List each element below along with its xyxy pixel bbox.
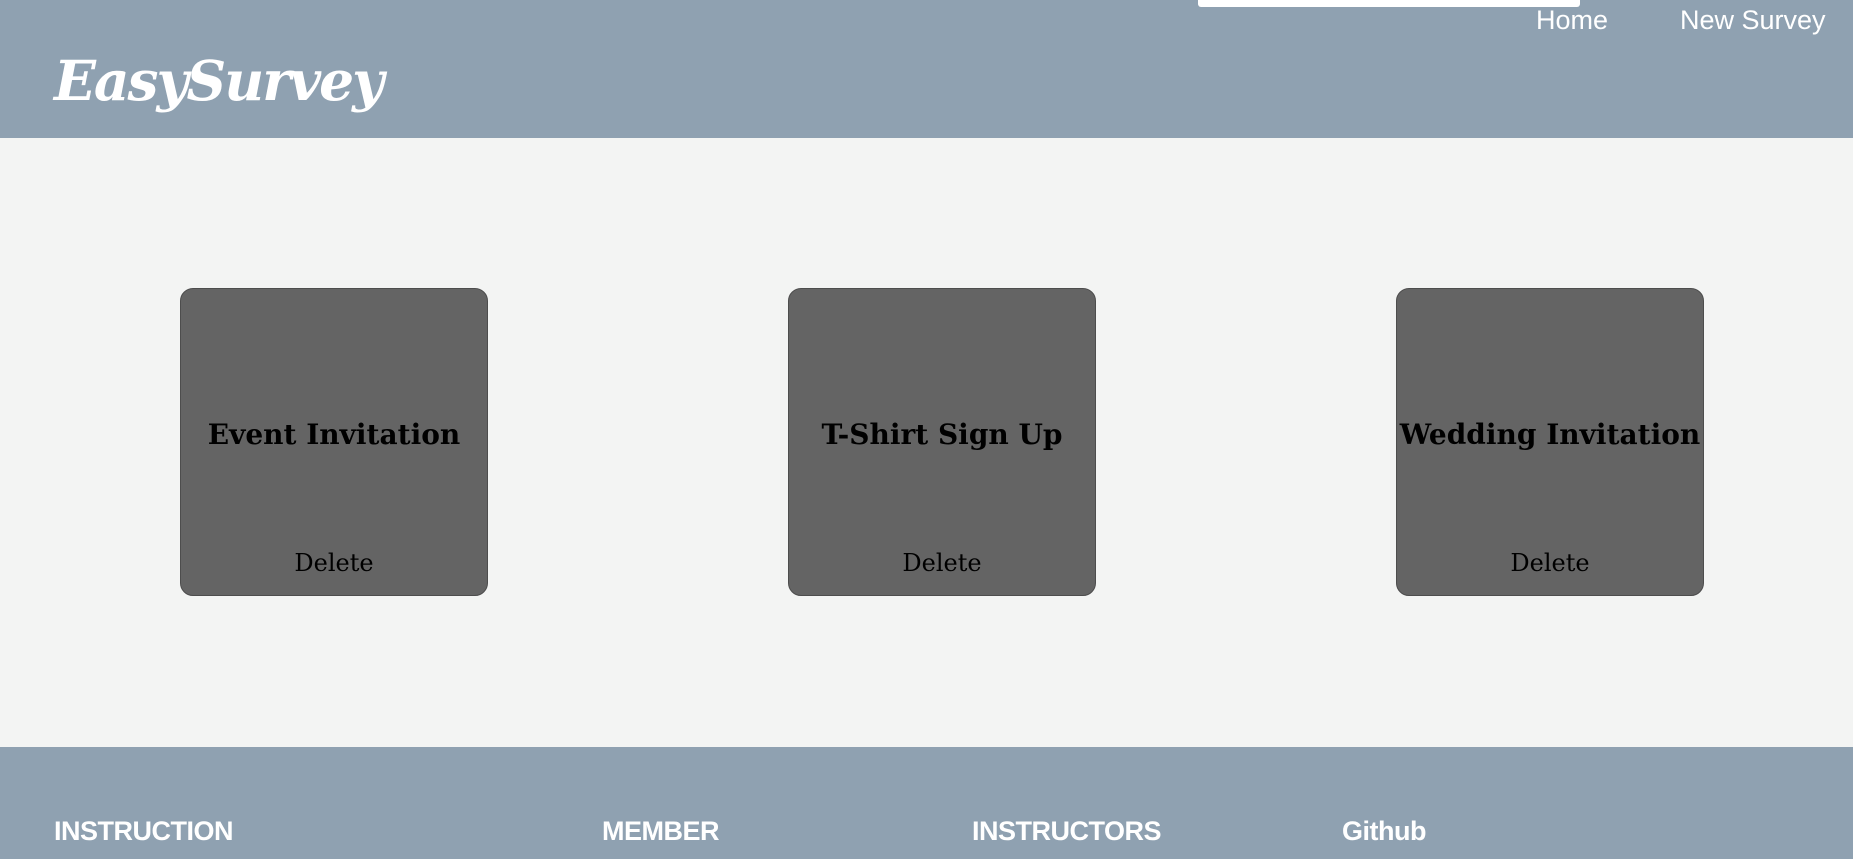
survey-card-title[interactable]: Wedding Invitation [1397,417,1703,453]
footer-heading-instructors: INSTRUCTORS [972,816,1162,846]
footer-heading-member: MEMBER [602,816,720,846]
site-footer: INSTRUCTION MEMBER INSTRUCTORS Github [0,747,1853,859]
survey-card[interactable]: T-Shirt Sign Up Delete [788,288,1096,596]
footer-heading-github[interactable]: Github [1342,815,1426,847]
nav-home-link[interactable]: Home [1536,4,1608,36]
footer-heading-instruction: INSTRUCTION [54,816,234,846]
site-header: EasySurvey Home New Survey [0,0,1853,138]
survey-card[interactable]: Event Invitation Delete [180,288,488,596]
delete-survey-button[interactable]: Delete [181,548,487,578]
survey-card-title[interactable]: T-Shirt Sign Up [789,417,1095,453]
survey-card[interactable]: Wedding Invitation Delete [1396,288,1704,596]
nav-new-survey-link[interactable]: New Survey [1680,4,1826,36]
top-overlay-strip [1198,0,1580,7]
survey-card-title[interactable]: Event Invitation [181,417,487,453]
delete-survey-button[interactable]: Delete [789,548,1095,578]
delete-survey-button[interactable]: Delete [1397,548,1703,578]
site-logo[interactable]: EasySurvey [54,46,384,116]
